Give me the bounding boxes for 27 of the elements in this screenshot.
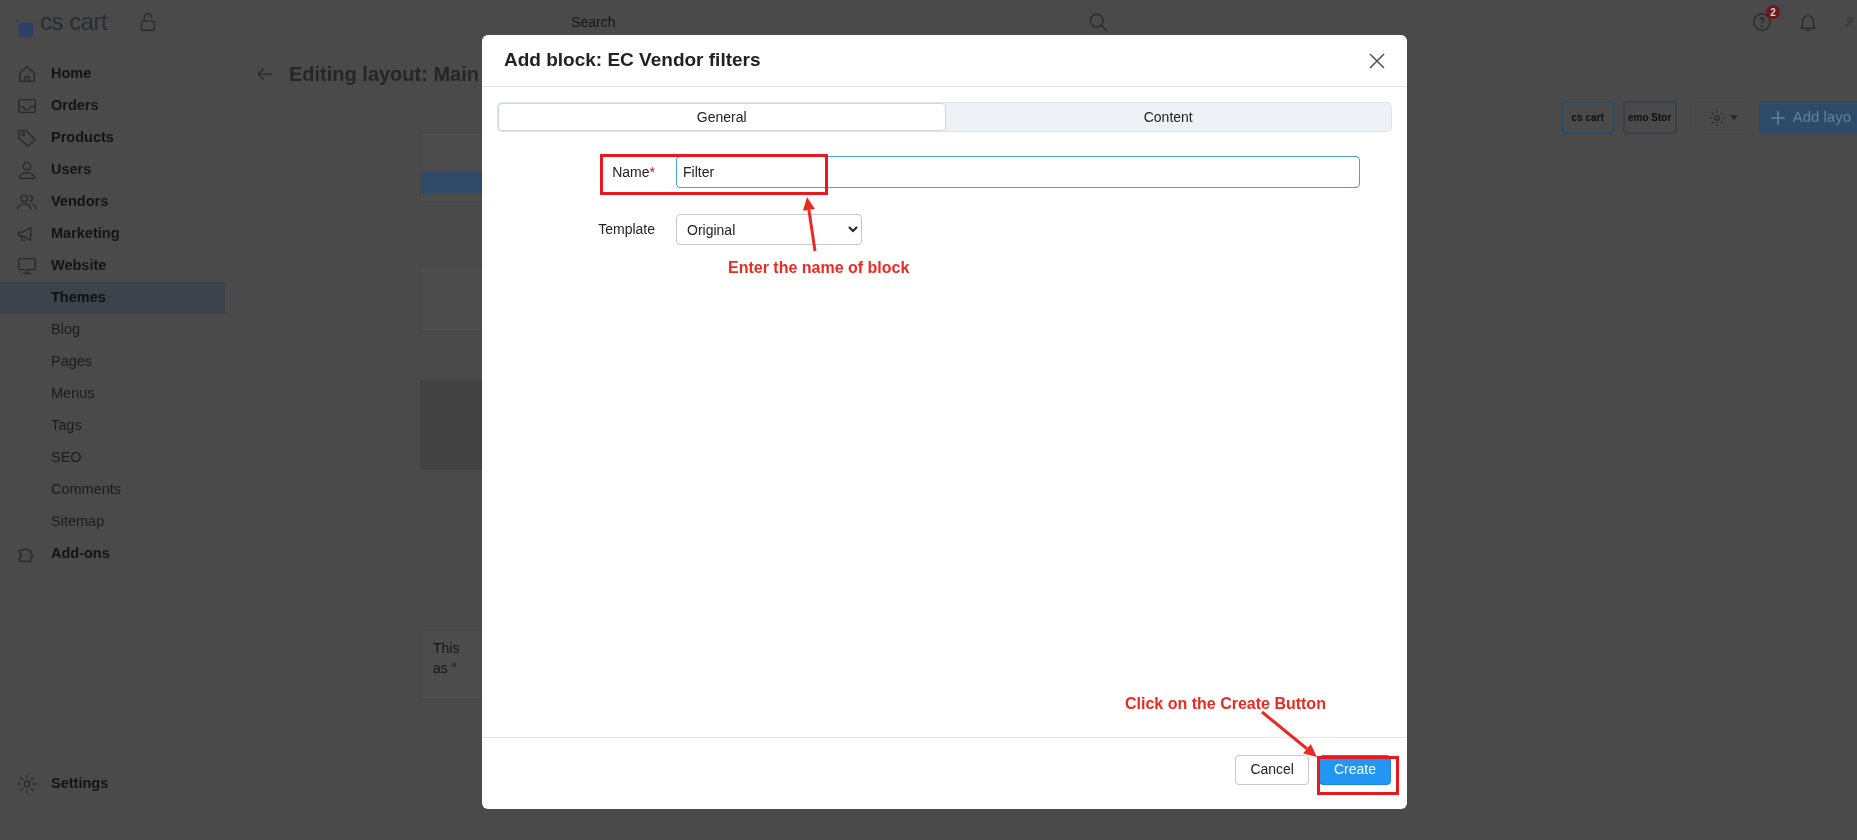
annotation-arrow xyxy=(802,197,817,252)
plus-icon xyxy=(1770,110,1785,125)
add-layout-button[interactable]: Add layo xyxy=(1758,101,1857,134)
required-mark: * xyxy=(649,163,655,180)
house-icon xyxy=(16,63,38,85)
search-icon[interactable] xyxy=(1087,11,1110,33)
sidebar-subitem[interactable]: Themes xyxy=(0,282,225,314)
close-icon xyxy=(1369,52,1385,69)
store-logo-thumbnail[interactable]: cs cart xyxy=(1560,101,1615,134)
annotation-text: Click on the Create Button xyxy=(1125,694,1326,714)
annotation-text: Enter the name of block xyxy=(728,258,910,278)
template-select[interactable]: Original xyxy=(676,214,862,245)
field-label: Template xyxy=(597,220,655,239)
monitor-icon xyxy=(16,255,38,277)
store-logo-thumbnail[interactable]: emo Stor xyxy=(1622,101,1677,134)
dialog-title: Add block: EC Vendor filters xyxy=(504,49,761,72)
tab[interactable]: General xyxy=(498,103,946,131)
field-label: Name* xyxy=(611,162,655,182)
annotation-arrow xyxy=(1261,710,1317,757)
tag-icon xyxy=(16,127,38,149)
tab[interactable]: Content xyxy=(945,103,1391,131)
count-badge: 2 xyxy=(1766,5,1780,19)
name-input-field[interactable]: Filter xyxy=(676,156,1360,188)
caret-icon xyxy=(1729,114,1738,121)
cancel-button[interactable]: Cancel xyxy=(1235,754,1309,785)
logo-square-icon xyxy=(14,16,36,40)
people-icon xyxy=(16,191,38,213)
